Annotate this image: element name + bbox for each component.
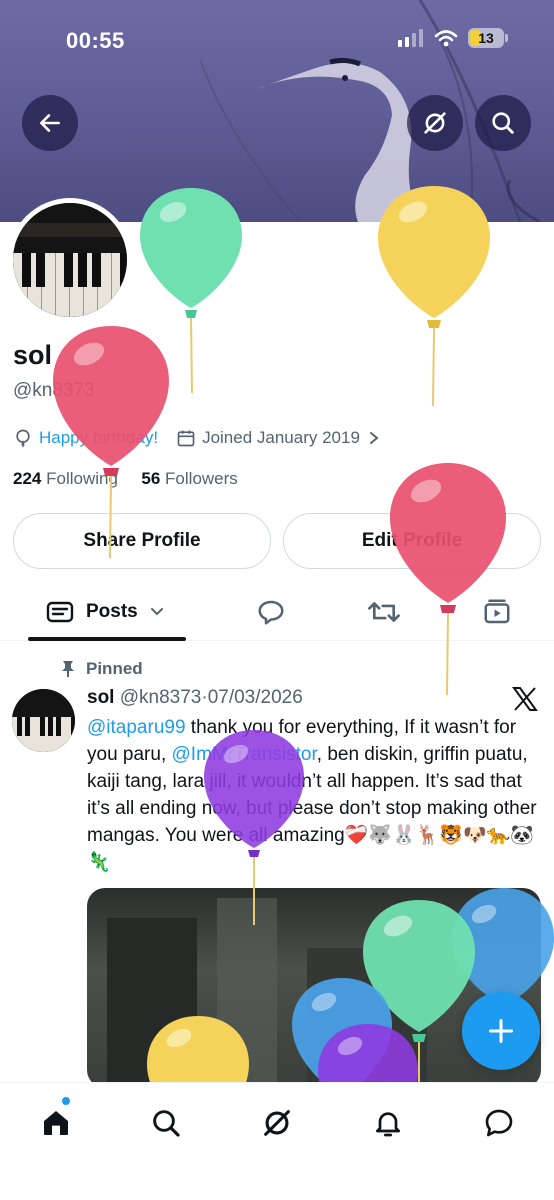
mention-link[interactable]: @itaparu99: [87, 717, 186, 738]
piano-photo: [13, 203, 127, 317]
home-icon: [44, 1111, 68, 1135]
battery-level: 13: [478, 30, 494, 46]
tab-active-indicator: [28, 637, 186, 641]
x-logo-icon: [512, 687, 538, 711]
compose-button[interactable]: [462, 992, 540, 1070]
plus-icon: [488, 1018, 514, 1044]
post-handle[interactable]: @kn8373: [120, 687, 202, 708]
status-time: 00:55: [66, 28, 125, 53]
posts-icon: [46, 601, 74, 623]
profile-avatar[interactable]: [8, 198, 132, 322]
status-icons: 13: [398, 28, 508, 48]
back-button[interactable]: [22, 95, 78, 151]
status-bar: 00:55 13: [0, 0, 554, 80]
chevron-down-icon: [150, 608, 163, 616]
battery-indicator: 13: [468, 28, 508, 48]
balloon-red: [53, 326, 169, 558]
nav-notifications[interactable]: [368, 1103, 408, 1143]
post-avatar[interactable]: [12, 689, 75, 752]
calendar-icon: [177, 430, 195, 447]
messages-icon: [485, 1109, 513, 1137]
arrow-left-icon: [40, 114, 60, 132]
search-icon: [153, 1110, 180, 1137]
chevron-right-icon[interactable]: [368, 431, 380, 445]
pin-icon: [62, 661, 74, 677]
post-text: @itaparu99 thank you for everything, If …: [87, 717, 537, 873]
wifi-icon: [434, 30, 458, 47]
nav-messages[interactable]: [479, 1103, 519, 1143]
tab-replies[interactable]: [256, 583, 286, 641]
balloon-red: [390, 463, 506, 695]
reply-icon: [258, 600, 284, 625]
balloon-purple: [204, 730, 304, 925]
notification-dot: [62, 1097, 70, 1105]
nav-grok[interactable]: [257, 1103, 297, 1143]
post-author[interactable]: sol: [87, 687, 114, 708]
pinned-label: Pinned: [60, 659, 143, 679]
balloon-icon: [16, 429, 30, 448]
search-button[interactable]: [475, 95, 531, 151]
nav-search[interactable]: [146, 1103, 186, 1143]
tab-posts[interactable]: Posts: [46, 583, 164, 641]
piano-photo: [12, 689, 75, 752]
bell-icon: [376, 1112, 400, 1137]
balloon-purple: [318, 1024, 418, 1088]
tab-posts-label: Posts: [86, 601, 138, 622]
post-header: sol @kn8373·07/03/2026: [87, 687, 303, 708]
grok-icon: [424, 112, 446, 134]
signal-icon: [398, 29, 423, 47]
joined-date: Joined January 2019: [202, 428, 360, 447]
balloon-yellow: [378, 186, 490, 406]
search-icon: [492, 112, 514, 134]
nav-home[interactable]: [36, 1103, 76, 1143]
grok-icon: [264, 1110, 290, 1136]
balloon-yellow: [147, 1016, 249, 1088]
post-date[interactable]: 07/03/2026: [208, 687, 303, 708]
grok-button[interactable]: [407, 95, 463, 151]
bottom-navigation: [0, 1082, 554, 1200]
